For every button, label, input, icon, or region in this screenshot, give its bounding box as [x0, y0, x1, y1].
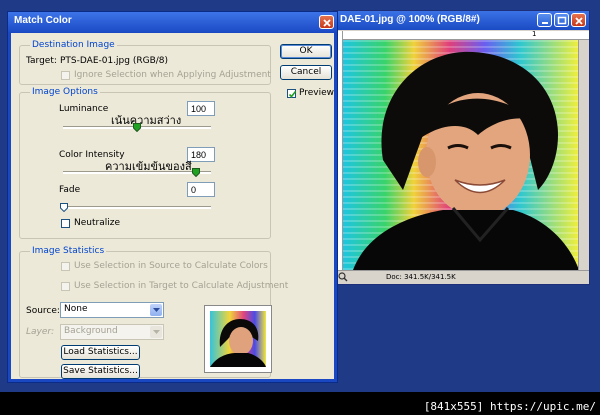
ignore-selection-label: Ignore Selection when Applying Adjustmen… [74, 70, 271, 80]
luminance-label: Luminance [59, 104, 109, 114]
neutralize-checkbox[interactable] [61, 219, 70, 228]
source-label: Source: [26, 306, 60, 316]
color-intensity-slider-thumb[interactable] [192, 168, 200, 177]
photo-canvas[interactable] [343, 40, 579, 270]
preview-checkbox[interactable] [287, 89, 297, 98]
zoom-icon[interactable] [338, 272, 348, 285]
fade-input[interactable] [187, 182, 215, 197]
vertical-scrollbar[interactable] [578, 40, 589, 270]
document-size: Doc: 341.5K/341.5K [386, 273, 456, 281]
neutralize-label: Neutralize [74, 218, 120, 228]
ignore-selection-checkbox[interactable] [61, 71, 70, 80]
ok-button[interactable]: OK [280, 44, 332, 59]
luminance-input[interactable] [187, 101, 215, 116]
layer-select[interactable]: Background [60, 324, 164, 340]
dialog-close-icon[interactable] [319, 15, 334, 29]
source-thumbnail [204, 305, 272, 373]
ruler-mark: 1 [532, 30, 537, 38]
dialog-body: Destination Image Target: PTS-DAE-01.jpg… [11, 33, 334, 379]
use-source-selection-checkbox[interactable] [61, 262, 70, 271]
layer-label: Layer: [26, 327, 55, 337]
dialog-titlebar[interactable]: Match Color [8, 12, 337, 32]
image-window-title: DAE-01.jpg @ 100% (RGB/8#) [340, 14, 480, 25]
use-target-selection-label: Use Selection in Target to Calculate Adj… [74, 281, 289, 291]
image-options-label: Image Options [30, 87, 100, 97]
image-statistics-label: Image Statistics [30, 246, 107, 256]
layer-select-value: Background [64, 326, 118, 336]
load-statistics-button[interactable]: Load Statistics... [61, 345, 140, 360]
source-select-value: None [64, 304, 88, 314]
use-source-selection-label: Use Selection in Source to Calculate Col… [74, 261, 268, 271]
maximize-icon[interactable] [554, 13, 569, 27]
preview-label: Preview [299, 88, 335, 98]
chevron-down-icon[interactable] [150, 326, 162, 338]
image-document-window[interactable]: DAE-01.jpg @ 100% (RGB/8#) 1 Doc: 341.5K… [333, 10, 590, 285]
fade-slider-track[interactable] [63, 206, 211, 209]
image-window-titlebar[interactable]: DAE-01.jpg @ 100% (RGB/8#) [334, 11, 589, 30]
match-color-dialog[interactable]: Match Color Destination Image Target: PT… [7, 11, 338, 383]
target-value: PTS-DAE-01.jpg (RGB/8) [60, 56, 169, 66]
save-statistics-button[interactable]: Save Statistics... [61, 364, 140, 379]
horizontal-ruler [342, 31, 589, 40]
status-bar: Doc: 341.5K/341.5K [334, 270, 589, 284]
source-select[interactable]: None [60, 302, 164, 318]
chevron-down-icon[interactable] [150, 304, 162, 316]
use-target-selection-checkbox[interactable] [61, 282, 70, 291]
watermark: [841x555] https://upic.me/ [423, 400, 596, 413]
fade-slider-thumb[interactable] [60, 203, 68, 212]
dialog-title: Match Color [14, 15, 72, 26]
cancel-button[interactable]: Cancel [280, 65, 332, 80]
luminance-slider-thumb[interactable] [133, 123, 141, 132]
close-icon[interactable] [571, 13, 586, 27]
destination-image-label: Destination Image [30, 40, 117, 50]
target-label: Target: [26, 56, 57, 66]
portrait-photo [353, 51, 579, 270]
color-intensity-slider-track[interactable] [63, 171, 211, 174]
fade-label: Fade [59, 185, 81, 195]
minimize-icon[interactable] [537, 13, 552, 27]
